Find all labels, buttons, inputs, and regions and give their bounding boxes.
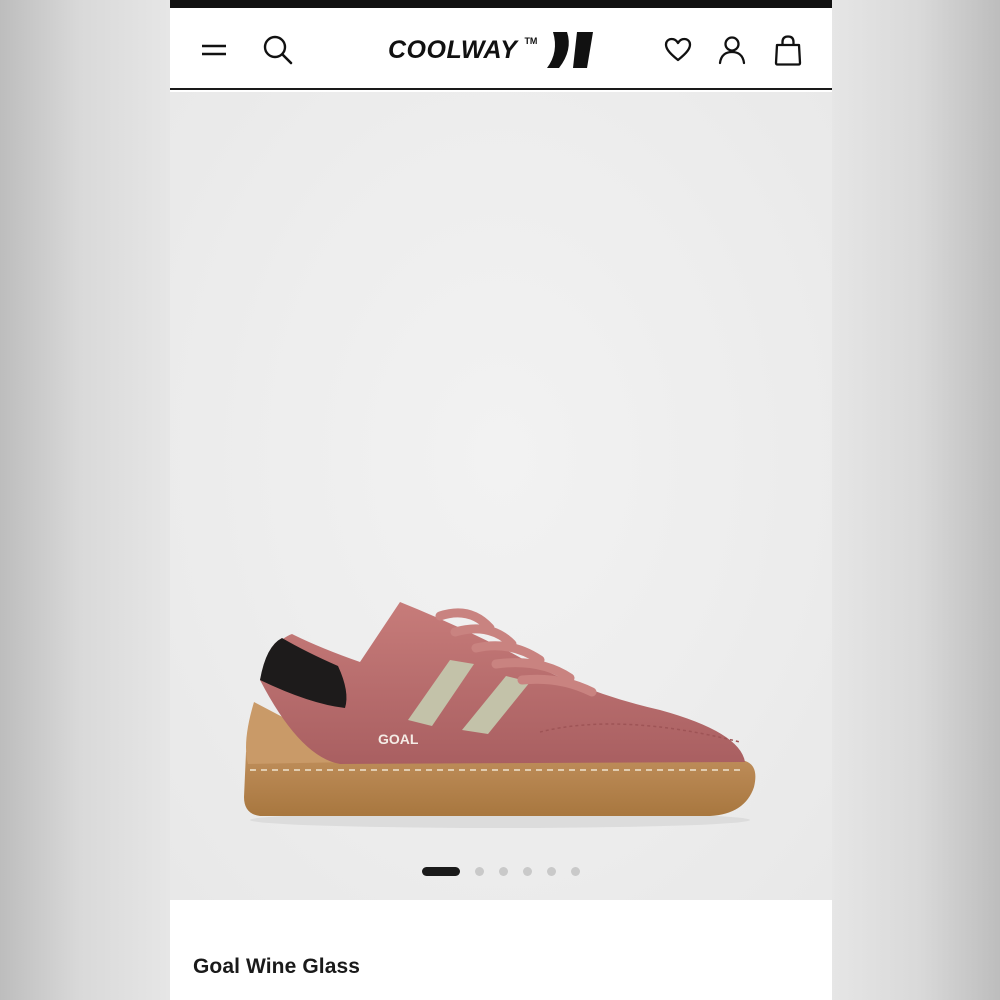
- carousel-dot-1[interactable]: [422, 867, 460, 876]
- shoe-brand-text: GOAL: [378, 731, 419, 747]
- carousel-dot-6[interactable]: [571, 867, 580, 876]
- wishlist-button[interactable]: [658, 30, 698, 70]
- product-info: Goal Wine Glass: [170, 900, 832, 1000]
- status-strip: [170, 0, 832, 8]
- mobile-page: COOLWAY TM GOAL Goal Wine Glass: [170, 0, 832, 1000]
- account-button[interactable]: [712, 30, 752, 70]
- menu-button[interactable]: [194, 30, 234, 70]
- carousel-dot-5[interactable]: [547, 867, 556, 876]
- brand-logo[interactable]: COOLWAY TM: [388, 30, 595, 70]
- site-header: COOLWAY TM: [170, 8, 832, 90]
- heart-icon: [664, 37, 692, 62]
- shopping-bag-icon: [774, 35, 802, 66]
- carousel-dot-4[interactable]: [523, 867, 532, 876]
- menu-icon: [202, 44, 226, 56]
- brand-name: COOLWAY: [388, 35, 518, 64]
- carousel-pagination: [170, 867, 832, 876]
- product-image-gallery[interactable]: GOAL: [170, 92, 832, 900]
- user-icon: [718, 36, 746, 65]
- brand-mark-icon: [547, 32, 594, 68]
- cart-button[interactable]: [768, 30, 808, 70]
- trademark-mark: TM: [524, 36, 538, 46]
- product-image: GOAL: [244, 602, 756, 828]
- carousel-dot-3[interactable]: [499, 867, 508, 876]
- product-title: Goal Wine Glass: [193, 955, 361, 978]
- carousel-dot-2[interactable]: [475, 867, 484, 876]
- search-button[interactable]: [258, 30, 298, 70]
- search-icon: [263, 35, 293, 65]
